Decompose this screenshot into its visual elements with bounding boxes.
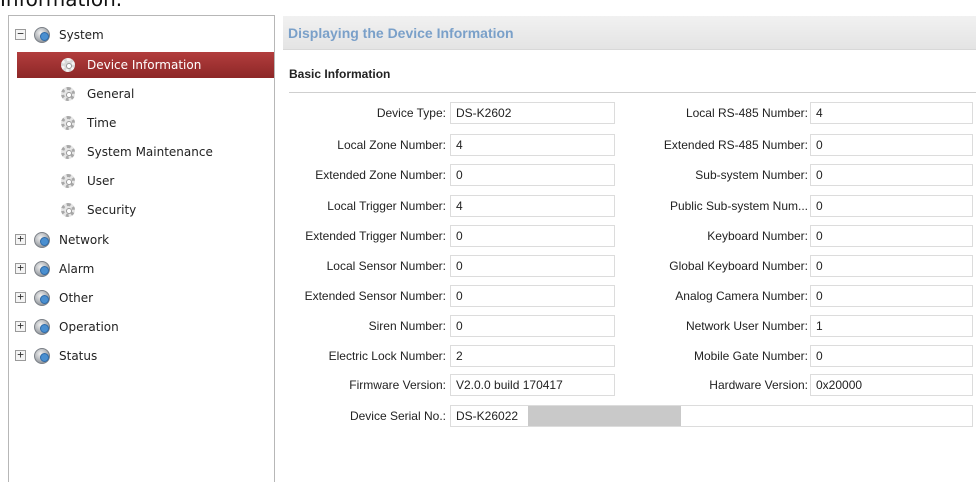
network-user-number-label: Network User Number: <box>685 319 808 333</box>
electric-lock-number-label: Electric Lock Number: <box>328 349 446 363</box>
gear-icon <box>61 145 75 159</box>
tree-item-label: Device Information <box>87 58 202 72</box>
expand-icon[interactable]: + <box>15 291 26 303</box>
mobile-gate-number-label: Mobile Gate Number: <box>693 349 808 363</box>
global-keyboard-number-label: Global Keyboard Number: <box>669 259 808 273</box>
device-type-field: DS-K2602 <box>450 102 615 124</box>
gear-globe-icon <box>34 26 50 43</box>
device-type-label: Device Type: <box>376 106 446 120</box>
section-title: Basic Information <box>289 67 391 81</box>
tree-node-other[interactable]: + Other <box>9 283 274 312</box>
sub-system-number-field: 0 <box>810 164 973 186</box>
local-trigger-number-label: Local Trigger Number: <box>327 199 446 213</box>
expand-icon[interactable]: + <box>15 262 26 274</box>
expand-icon[interactable]: + <box>15 320 26 332</box>
gear-icon <box>61 87 75 101</box>
analog-camera-number-label: Analog Camera Number: <box>675 289 808 303</box>
device-serial-label: Device Serial No.: <box>349 409 446 423</box>
tree-node-operation[interactable]: + Operation <box>9 312 274 341</box>
tree-item-time[interactable]: Time <box>17 110 274 136</box>
local-zone-number-field: 4 <box>450 134 615 156</box>
redaction-block <box>528 406 681 426</box>
local-rs485-number-label: Local RS-485 Number: <box>685 106 808 120</box>
siren-number-label: Siren Number: <box>368 319 446 333</box>
extended-trigger-number-field: 0 <box>450 225 615 247</box>
public-sub-system-number-field: 0 <box>810 195 973 217</box>
tree-item-device-information[interactable]: Device Information <box>17 52 274 78</box>
electric-lock-number-field: 2 <box>450 345 615 367</box>
tree-node-label: Alarm <box>59 261 95 276</box>
local-sensor-number-label: Local Sensor Number: <box>326 259 446 273</box>
local-rs485-number-field: 4 <box>810 102 973 124</box>
device-information-panel: Displaying the Device Information Basic … <box>283 15 976 482</box>
tree-node-label: Other <box>59 290 94 305</box>
panel-header: Displaying the Device Information <box>283 16 976 50</box>
expand-icon[interactable]: + <box>15 349 26 361</box>
firmware-version-field: V2.0.0 build 170417 <box>450 374 615 396</box>
tree-item-label: Time <box>87 116 117 130</box>
extended-zone-number-label: Extended Zone Number: <box>315 168 446 182</box>
firmware-version-label: Firmware Version: <box>349 378 446 392</box>
tree-item-label: General <box>87 87 135 101</box>
page-title: Displaying the Device Information <box>288 25 514 41</box>
section-divider <box>289 92 976 93</box>
tree-item-user[interactable]: User <box>17 168 274 194</box>
tree-node-alarm[interactable]: + Alarm <box>9 254 274 283</box>
gear-globe-icon <box>34 347 50 364</box>
tree-node-label: System <box>59 27 104 42</box>
gear-globe-icon <box>34 318 50 335</box>
collapse-icon[interactable]: − <box>15 28 26 40</box>
global-keyboard-number-field: 0 <box>810 255 973 277</box>
mobile-gate-number-field: 0 <box>810 345 973 367</box>
gear-icon <box>61 58 75 72</box>
tree-item-system-maintenance[interactable]: System Maintenance <box>17 139 274 165</box>
extended-sensor-number-label: Extended Sensor Number: <box>304 289 446 303</box>
local-sensor-number-field: 0 <box>450 255 615 277</box>
tree-node-label: Status <box>59 348 98 363</box>
tree-node-label: Operation <box>59 319 119 334</box>
extended-sensor-number-field: 0 <box>450 285 615 307</box>
gear-icon <box>61 116 75 130</box>
local-trigger-number-field: 4 <box>450 195 615 217</box>
siren-number-field: 0 <box>450 315 615 337</box>
expand-icon[interactable]: + <box>15 233 26 245</box>
keyboard-number-field: 0 <box>810 225 973 247</box>
navigation-tree: − System Device Information General Time… <box>8 15 275 482</box>
hardware-version-label: Hardware Version: <box>709 378 808 392</box>
network-user-number-field: 1 <box>810 315 973 337</box>
gear-icon <box>61 203 75 217</box>
gear-globe-icon <box>34 260 50 277</box>
gear-icon <box>61 174 75 188</box>
gear-globe-icon <box>34 289 50 306</box>
page-caption: Information. <box>0 0 122 12</box>
extended-zone-number-field: 0 <box>450 164 615 186</box>
extended-trigger-number-label: Extended Trigger Number: <box>305 229 446 243</box>
extended-rs485-number-label: Extended RS-485 Number: <box>663 138 808 152</box>
tree-node-status[interactable]: + Status <box>9 341 274 370</box>
public-sub-system-number-label: Public Sub-system Num... <box>669 199 808 213</box>
tree-item-label: User <box>87 174 115 188</box>
extended-rs485-number-field: 0 <box>810 134 973 156</box>
tree-item-general[interactable]: General <box>17 81 274 107</box>
tree-item-label: Security <box>87 203 137 217</box>
gear-globe-icon <box>34 231 50 248</box>
keyboard-number-label: Keyboard Number: <box>707 229 808 243</box>
device-serial-field: DS-K26022 <box>450 405 973 427</box>
local-zone-number-label: Local Zone Number: <box>337 138 446 152</box>
tree-item-label: System Maintenance <box>87 145 213 159</box>
device-serial-value: DS-K26022 <box>456 409 519 423</box>
analog-camera-number-field: 0 <box>810 285 973 307</box>
sub-system-number-label: Sub-system Number: <box>695 168 808 182</box>
tree-node-system[interactable]: − System <box>9 20 274 49</box>
tree-node-label: Network <box>59 232 110 247</box>
tree-node-network[interactable]: + Network <box>9 225 274 254</box>
hardware-version-field: 0x20000 <box>810 374 973 396</box>
tree-item-security[interactable]: Security <box>17 197 274 223</box>
